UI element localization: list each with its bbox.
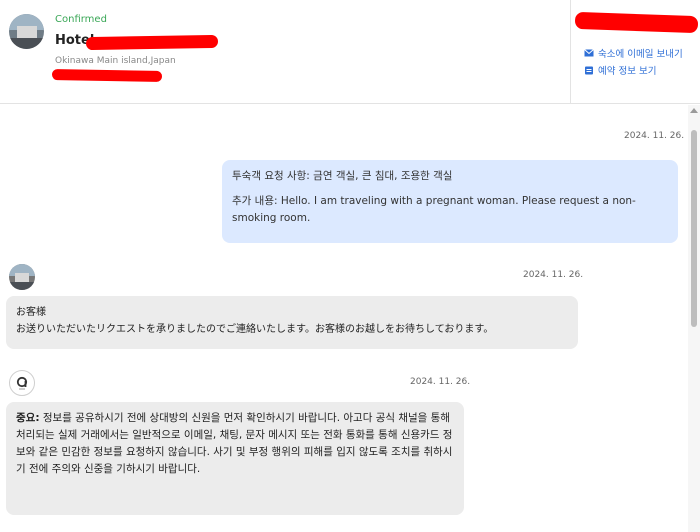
view-booking-link[interactable]: 예약 정보 보기 <box>584 63 656 77</box>
scroll-up-arrow-icon[interactable] <box>690 108 698 113</box>
message-date: 2024. 11. 26. <box>410 377 471 387</box>
hotel-message-bubble: お客様 お送りいただいたリクエストを承りましたのでご連絡いたします。お客様のお越… <box>6 296 578 349</box>
notice-important-label: 중요: <box>16 412 40 424</box>
mail-icon <box>584 49 594 57</box>
redaction-hotel-name <box>85 34 219 51</box>
chat-area: 2024. 11. 26. 투숙객 요청 사항: 금연 객실, 큰 침대, 조용… <box>0 105 700 532</box>
calendar-icon <box>585 66 593 75</box>
email-property-label: 숙소에 이메일 보내기 <box>598 49 683 60</box>
hotel-location: Okinawa Main island,Japan <box>55 56 176 66</box>
notice-text: 정보를 공유하시기 전에 상대방의 신원을 먼저 확인하시기 바랍니다. 아고다… <box>16 412 453 475</box>
message-date: 2024. 11. 26. <box>523 270 584 280</box>
email-property-link[interactable]: 숙소에 이메일 보내기 <box>584 46 683 60</box>
redaction-booking-id <box>574 11 699 34</box>
guest-request-line: 투숙객 요청 사항: 금연 객실, 큰 침대, 조용한 객실 <box>232 170 453 182</box>
hotel-thumbnail <box>9 14 44 49</box>
scrollbar-thumb[interactable] <box>691 130 697 327</box>
view-booking-label: 예약 정보 보기 <box>598 66 657 77</box>
hotel-message-greeting: お客様 <box>16 307 46 318</box>
system-notice-bubble: 중요: 정보를 공유하시기 전에 상대방의 신원을 먼저 확인하시기 바랍니다.… <box>6 402 464 515</box>
agoda-avatar <box>9 370 35 396</box>
agoda-logo-icon <box>16 376 28 390</box>
user-message-bubble: 투숙객 요청 사항: 금연 객실, 큰 침대, 조용한 객실 추가 내용: He… <box>222 160 678 243</box>
booking-status: Confirmed <box>55 14 107 25</box>
redaction-address <box>51 69 163 82</box>
hotel-message-body: お送りいただいたリクエストを承りましたのでご連絡いたします。お客様のお越しをお待… <box>16 324 494 335</box>
booking-header: Confirmed Hotel Okinawa Main island,Japa… <box>0 0 700 104</box>
hotel-avatar <box>9 264 35 290</box>
header-divider <box>570 0 571 104</box>
message-date: 2024. 11. 26. <box>624 131 685 141</box>
guest-additional-line: 추가 내용: Hello. I am traveling with a preg… <box>232 195 636 224</box>
